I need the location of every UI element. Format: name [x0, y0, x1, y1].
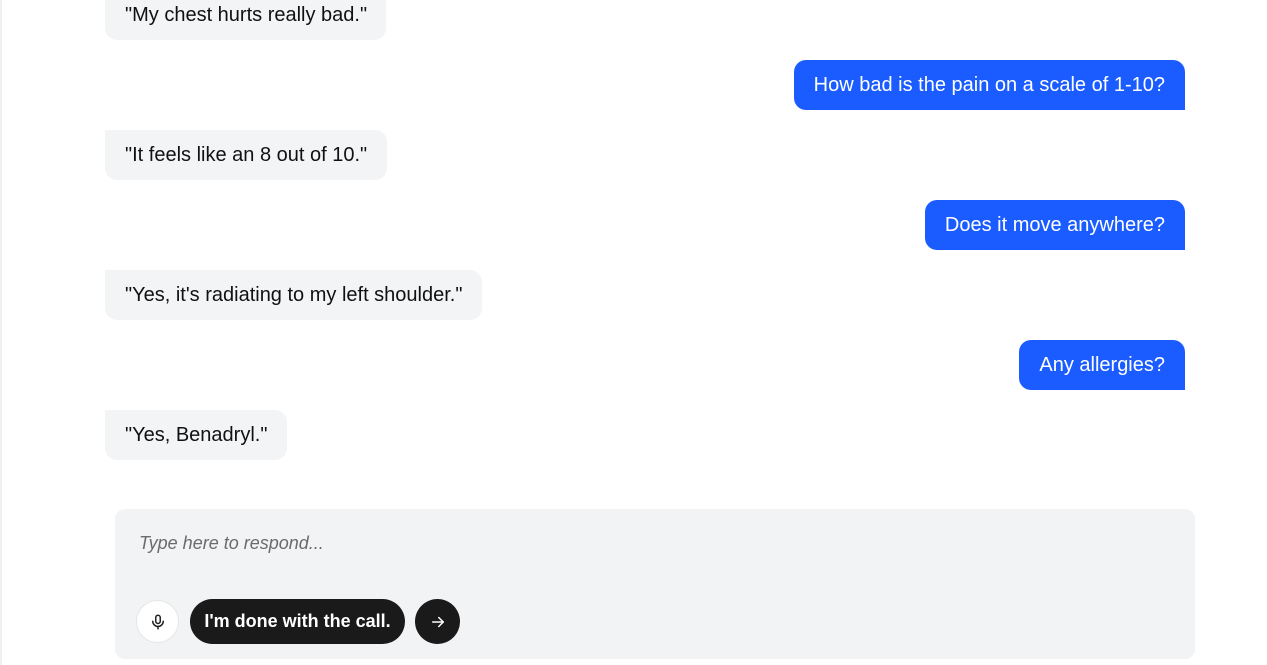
- response-composer: I'm done with the call.: [115, 509, 1195, 659]
- user-message: How bad is the pain on a scale of 1-10?: [793, 60, 1185, 110]
- response-input[interactable]: [139, 527, 1169, 559]
- end-call-button[interactable]: I'm done with the call.: [190, 599, 405, 644]
- patient-message: "My chest hurts really bad.": [105, 0, 386, 40]
- microphone-icon: [149, 613, 167, 631]
- patient-message: "Yes, it's radiating to my left shoulder…: [105, 270, 483, 320]
- microphone-button[interactable]: [136, 600, 179, 643]
- arrow-right-icon: [429, 613, 447, 631]
- chat-page: "My chest hurts really bad." How bad is …: [0, 0, 1267, 665]
- window-edge: [0, 0, 2, 665]
- send-button[interactable]: [415, 599, 460, 644]
- user-message: Does it move anywhere?: [924, 200, 1185, 250]
- patient-message: "Yes, Benadryl.": [105, 410, 288, 460]
- user-message: Any allergies?: [1019, 340, 1185, 390]
- patient-message: "It feels like an 8 out of 10.": [105, 130, 388, 180]
